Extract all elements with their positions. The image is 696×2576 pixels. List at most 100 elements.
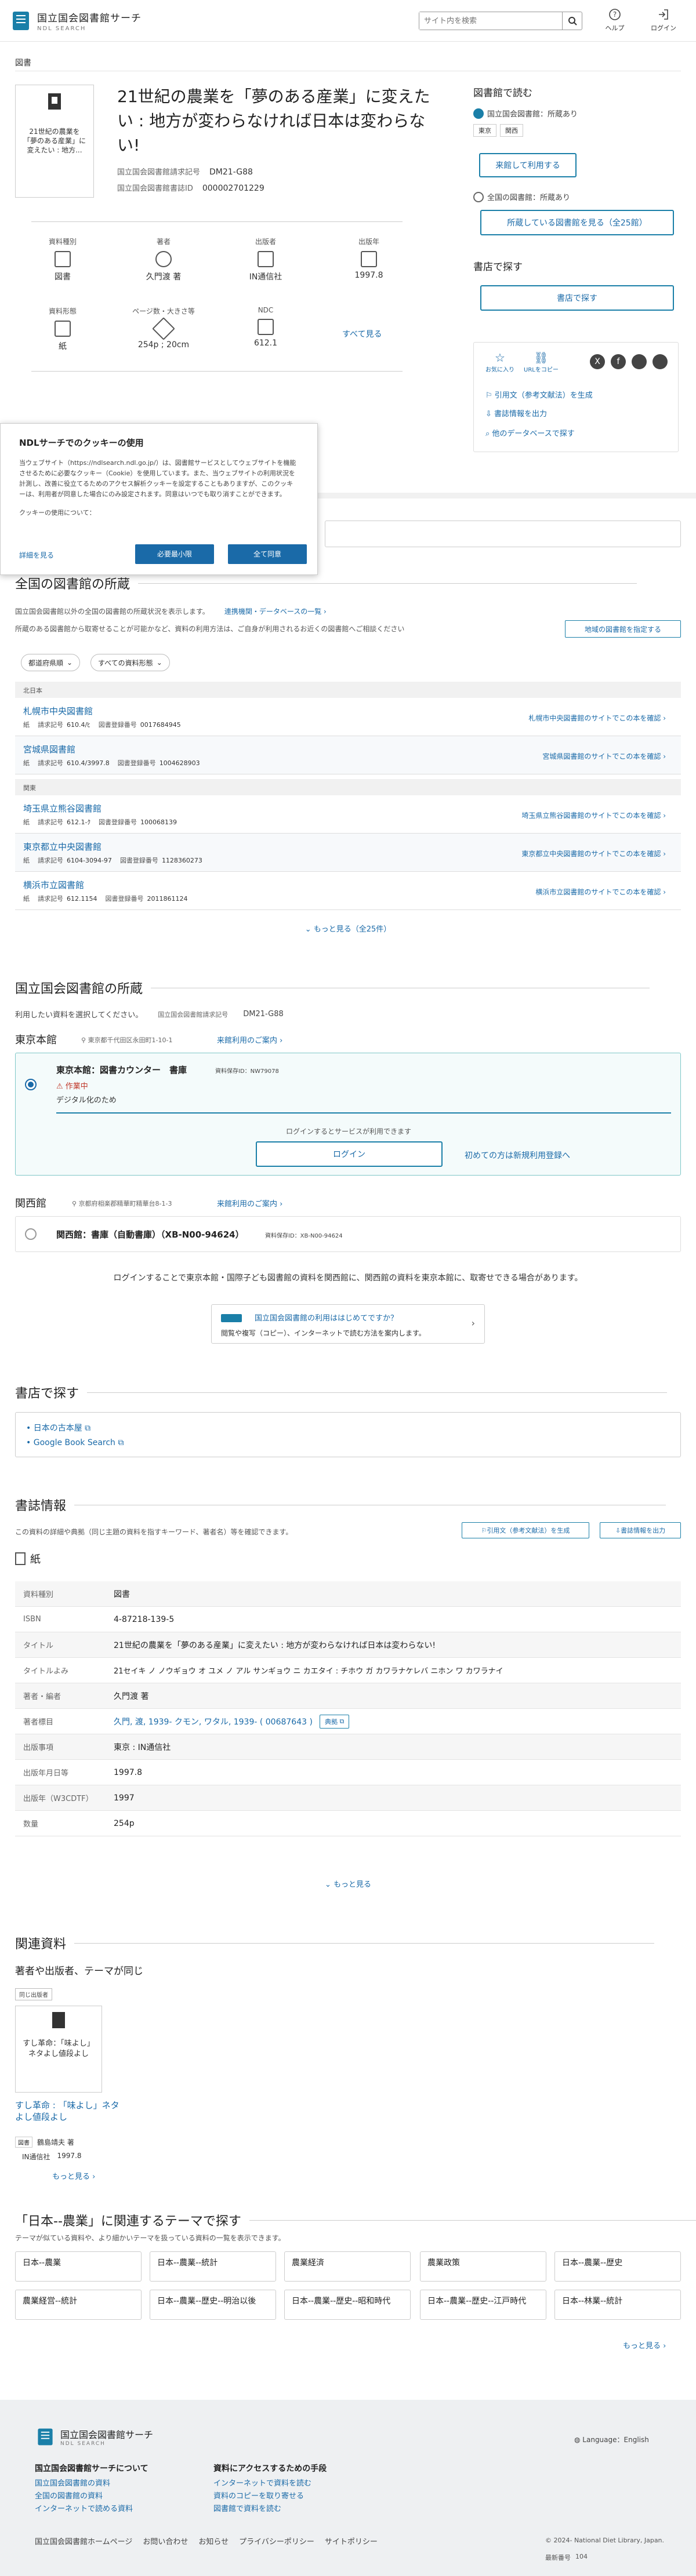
bookstore-box: • 日本の古本屋 ⧉ • Google Book Search ⧉ [15,1412,681,1457]
register-link[interactable]: 初めての方は新規利用登録へ [465,1149,570,1161]
footer-bottom-link[interactable]: お問い合わせ [143,2535,188,2546]
url-copy-label: URLをコピー [524,367,559,373]
bib-export-button[interactable]: ⇩ 書誌情報を出力 [600,1522,681,1538]
footer-bottom-link[interactable]: サイトポリシー [325,2535,378,2546]
bib-more-link[interactable]: ⌄ もっと見る [0,1878,696,1889]
tokyo-guide-label: 来館利用のご案内 [217,1036,278,1045]
bib-title-link[interactable]: 21世紀の農業を「夢のある産業」に変えたい : 地方が変わらなければ日本は変わら… [114,1639,681,1651]
generate-citation-link[interactable]: ⚐ 引用文（参考文献法）を生成 [485,389,593,400]
check-at-library-link[interactable]: 札幌市中央図書館のサイトでこの本を確認 › [528,713,666,723]
url-copy-button[interactable]: ⛓ URLをコピー [524,351,559,373]
attr-value: 612.1 [253,339,278,348]
bib-heading: 書誌情報 [15,1496,666,1514]
cookie-details-link[interactable]: 詳細を見る [19,550,54,560]
x-share-icon[interactable]: X [590,354,605,369]
related-title-link[interactable]: すし革命 : 「味よし」ネタよし値段よし [15,2100,119,2123]
see-holding-libraries-button[interactable]: 所蔵している図書館を見る（全25館） [480,210,674,235]
hatena-share-icon[interactable] [652,354,668,369]
site-logo[interactable]: 国立国会図書館サーチ NDL SEARCH [9,9,142,32]
theme-item[interactable]: 農業政策 [420,2251,546,2282]
cookie-necessary-button[interactable]: 必要最小限 [135,544,214,564]
theme-item[interactable]: 日本--農業--歴史--昭和時代 [284,2290,411,2320]
export-bib-link[interactable]: ⇩ 書誌情報を出力 [485,407,547,419]
theme-item[interactable]: 日本--農業--統計 [150,2251,276,2282]
theme-item[interactable]: 日本--林業--統計 [554,2290,681,2320]
library-search-field[interactable] [325,521,681,547]
tokyo-address: ⚲ 東京都千代田区永田町1-10-1 [81,1035,173,1045]
footer-link[interactable]: 資料のコピーを取り寄せる [213,2490,327,2503]
warning-icon: ⚠ [56,1082,63,1091]
footer-link[interactable]: 全国の図書館の資料 [35,2490,148,2503]
reg-label: 図書登録番号 [119,857,158,864]
theme-item[interactable]: 農業経営--統計 [15,2290,142,2320]
library-name-link[interactable]: 宮城県図書館 [23,743,75,755]
theme-item[interactable]: 農業経済 [284,2251,411,2282]
library-name-link[interactable]: 札幌市中央図書館 [23,705,93,717]
footer-logo[interactable]: 国立国会図書館サーチ NDL SEARCH [35,2426,153,2447]
related-more-link[interactable]: もっと見る › [52,2170,95,2181]
bib-id-value: 000002701229 [202,184,264,193]
footer-bottom-link[interactable]: 国立国会図書館ホームページ [35,2535,132,2546]
language-switch[interactable]: ◍ Language：English [574,2435,649,2444]
kansai-holding-card[interactable]: 関西館：書庫（自動書庫）（XB-N00-94624） 資料保存ID：XB-N00… [15,1216,681,1252]
more-libraries-label: もっと見る（全25件） [313,925,392,934]
other-db-link[interactable]: ⌕ 他のデータベースで探す [485,427,575,438]
check-at-library-link[interactable]: 埼玉県立熊谷図書館のサイトでこの本を確認 › [521,810,666,820]
call-value: 610.4/3997.8 [67,759,110,767]
library-name-link[interactable]: 横浜市立図書館 [23,879,84,891]
visit-use-button[interactable]: 来館して利用する [479,153,577,177]
partner-db-link[interactable]: 連携機関・データベースの一覧 [224,607,321,616]
line-share-icon[interactable] [632,354,647,369]
check-at-library-link[interactable]: 横浜市立図書館のサイトでこの本を確認 › [535,887,666,897]
help-button[interactable]: ? ヘルプ [599,8,631,32]
see-all-link[interactable]: すべて見る [342,328,382,340]
library-name-link[interactable]: 東京都立中央図書館 [23,841,102,853]
kosho-link[interactable]: • 日本の古本屋 ⧉ [26,1422,90,1433]
google-books-link[interactable]: • Google Book Search ⧉ [26,1438,124,1447]
bookstore-button[interactable]: 書店で探す [480,285,674,311]
reg-label: 図書登録番号 [98,818,137,826]
library-name-link[interactable]: 埼玉県立熊谷図書館 [23,802,102,814]
kansai-guide-link[interactable]: 来館利用のご案内 › [217,1198,282,1209]
more-libraries-link[interactable]: ⌄ もっと見る（全25件） [0,923,696,934]
check-at-library-link[interactable]: 東京都立中央図書館のサイトでこの本を確認 › [521,849,666,858]
check-at-library-link[interactable]: 宮城県図書館のサイトでこの本を確認 › [542,751,666,761]
tokyo-radio[interactable] [25,1079,37,1090]
form-filter[interactable]: すべての資料形態 ⌄ [90,654,170,671]
favorite-button[interactable]: ☆ お気に入り [485,351,514,373]
footer-bottom-link[interactable]: プライバシーポリシー [239,2535,314,2546]
attr-ndc: NDC 612.1 [237,306,295,348]
theme-item[interactable]: 日本--農業--歴史--明治以後 [150,2290,276,2320]
themes-more-link[interactable]: もっと見る › [623,2339,666,2351]
footer-link[interactable]: インターネットで読める資料 [35,2503,148,2516]
bookstore-heading-text: 書店で探す [15,1387,79,1401]
footer-bottom-link[interactable]: お知らせ [198,2535,229,2546]
tokyo-guide-link[interactable]: 来館利用のご案内 › [217,1034,282,1045]
search-button[interactable] [562,12,582,30]
login-label: ログイン [651,24,676,32]
read-heading: 図書館で読む [473,88,532,99]
tokyo-holding-card[interactable]: 東京本館：図書カウンター 書庫 資料保存ID：NW79078 ⚠ 作業中 デジタ… [15,1053,681,1176]
bib-cite-button[interactable]: ⚐ 引用文（参考文献法）を生成 [462,1522,589,1538]
login-button[interactable]: ログイン [647,8,680,32]
first-time-box[interactable]: 国立国会図書館の利用ははじめてですか？ 閲覧や複写（コピー）、インターネットで読… [211,1304,485,1344]
ndl-holdings-heading-text: 国立国会図書館の所蔵 [15,982,143,996]
cookie-accept-all-button[interactable]: 全て同意 [228,544,307,564]
theme-item[interactable]: 日本--農業--歴史 [554,2251,681,2282]
set-region-button[interactable]: 地域の図書館を指定する [565,620,681,638]
author-heading-link[interactable]: 久門, 渡, 1939- クモン, ワタル, 1939- ( 00687643 … [114,1716,313,1727]
related-cover[interactable]: すし革命：「味よし」ネタよし値段よし [15,2006,102,2093]
footer-link[interactable]: インターネットで資料を読む [213,2477,327,2490]
kansai-radio[interactable] [25,1228,37,1240]
authority-button[interactable]: 典拠 ⧉ [319,1714,350,1729]
search-input[interactable] [419,12,562,30]
footer-link[interactable]: 国立国会図書館の資料 [35,2477,148,2490]
theme-item[interactable]: 日本--農業--歴史--江戸時代 [420,2290,546,2320]
facebook-share-icon[interactable]: f [611,354,626,369]
footer-link[interactable]: 図書館で資料を読む [213,2503,327,2516]
library-form: 紙 [23,721,30,729]
holding-login-button[interactable]: ログイン [256,1141,443,1167]
publisher-link[interactable]: 東京 : IN通信社 [114,1741,681,1753]
sort-filter[interactable]: 都道府県順 ⌄ [21,654,81,671]
theme-item[interactable]: 日本--農業 [15,2251,142,2282]
